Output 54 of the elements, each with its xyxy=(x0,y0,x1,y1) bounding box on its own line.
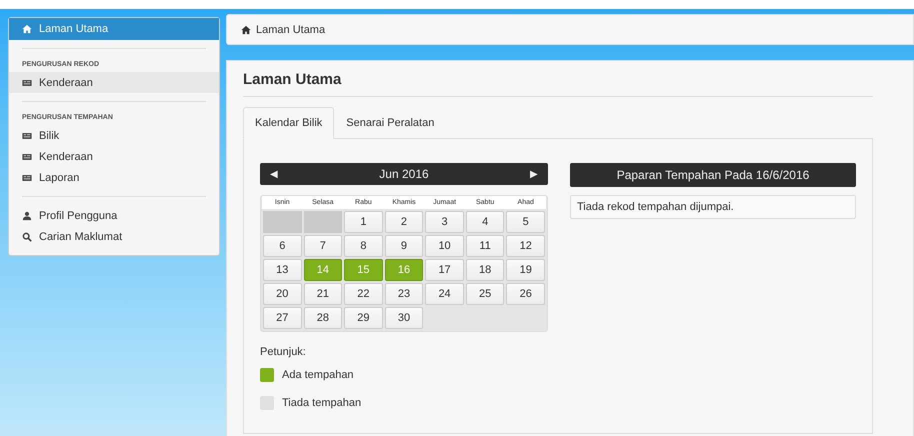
sidebar-item[interactable]: Carian Maklumat xyxy=(9,226,219,247)
day-cell[interactable]: 30 xyxy=(384,307,424,329)
day-cell[interactable]: 17 xyxy=(425,259,464,281)
sidebar-item[interactable]: Kenderaan xyxy=(9,72,219,93)
day-cell[interactable]: 29 xyxy=(344,307,383,329)
day-cell[interactable]: 10 xyxy=(425,235,464,257)
day-cell[interactable]: 25 xyxy=(466,283,504,305)
day-cell[interactable]: 5 xyxy=(506,211,545,233)
day-cell[interactable]: 3 xyxy=(425,211,464,233)
day-cell[interactable]: 23 xyxy=(384,283,424,305)
bookings-header: Paparan Tempahan Pada 16/6/2016 xyxy=(570,163,856,187)
card-icon xyxy=(22,172,32,182)
search-icon xyxy=(22,232,32,242)
day-cell[interactable]: 2 xyxy=(384,211,424,233)
day-cell[interactable]: 21 xyxy=(304,283,342,305)
sidebar-item[interactable]: Profil Pengguna xyxy=(9,205,219,226)
previous-month-button[interactable]: ◀ xyxy=(270,168,278,180)
day-cell[interactable]: 27 xyxy=(263,307,302,329)
day-cell[interactable]: 28 xyxy=(304,307,342,329)
day-cell[interactable]: 19 xyxy=(506,259,545,281)
page-title: Laman Utama xyxy=(243,70,342,90)
legend-label: Tiada tempahan xyxy=(282,397,362,409)
legend-label: Ada tempahan xyxy=(282,369,354,381)
bookings-message: Tiada rekod tempahan dijumpai. xyxy=(570,195,856,219)
day-cell[interactable]: 24 xyxy=(425,283,464,305)
day-cell[interactable]: 13 xyxy=(263,259,302,281)
day-cell[interactable]: 18 xyxy=(466,259,504,281)
day-cell[interactable]: 12 xyxy=(506,235,545,257)
day-cell[interactable]: 26 xyxy=(506,283,545,305)
next-month-button[interactable]: ▶ xyxy=(530,168,538,180)
card-icon xyxy=(22,152,32,162)
card-icon xyxy=(22,130,32,140)
day-cell[interactable]: 11 xyxy=(466,235,504,257)
card-icon xyxy=(22,78,32,88)
day-cell[interactable]: 8 xyxy=(344,235,383,257)
sidebar-item[interactable]: Laman Utama xyxy=(9,18,219,40)
sidebar-item[interactable]: Bilik xyxy=(9,125,219,146)
home-icon xyxy=(22,24,32,34)
day-cell[interactable]: 7 xyxy=(304,235,342,257)
day-cell[interactable]: 4 xyxy=(466,211,504,233)
breadcrumb-link[interactable]: Laman Utama xyxy=(256,24,326,36)
sidebar-item[interactable]: Laporan xyxy=(9,167,219,188)
user-icon xyxy=(22,210,32,220)
day-cell[interactable]: 6 xyxy=(263,235,302,257)
home-icon xyxy=(241,24,251,34)
tab[interactable]: Senarai Peralatan xyxy=(334,107,446,139)
month-label: Jun 2016 xyxy=(379,167,429,181)
day-cell[interactable]: 22 xyxy=(344,283,383,305)
day-cell[interactable]: 1 xyxy=(344,211,383,233)
tab[interactable]: Kalendar Bilik xyxy=(243,107,334,139)
day-cell[interactable]: 20 xyxy=(263,283,302,305)
day-cell[interactable]: 9 xyxy=(384,235,424,257)
legend-title: Petunjuk: xyxy=(260,346,307,358)
sidebar-item[interactable]: Kenderaan xyxy=(9,146,219,167)
